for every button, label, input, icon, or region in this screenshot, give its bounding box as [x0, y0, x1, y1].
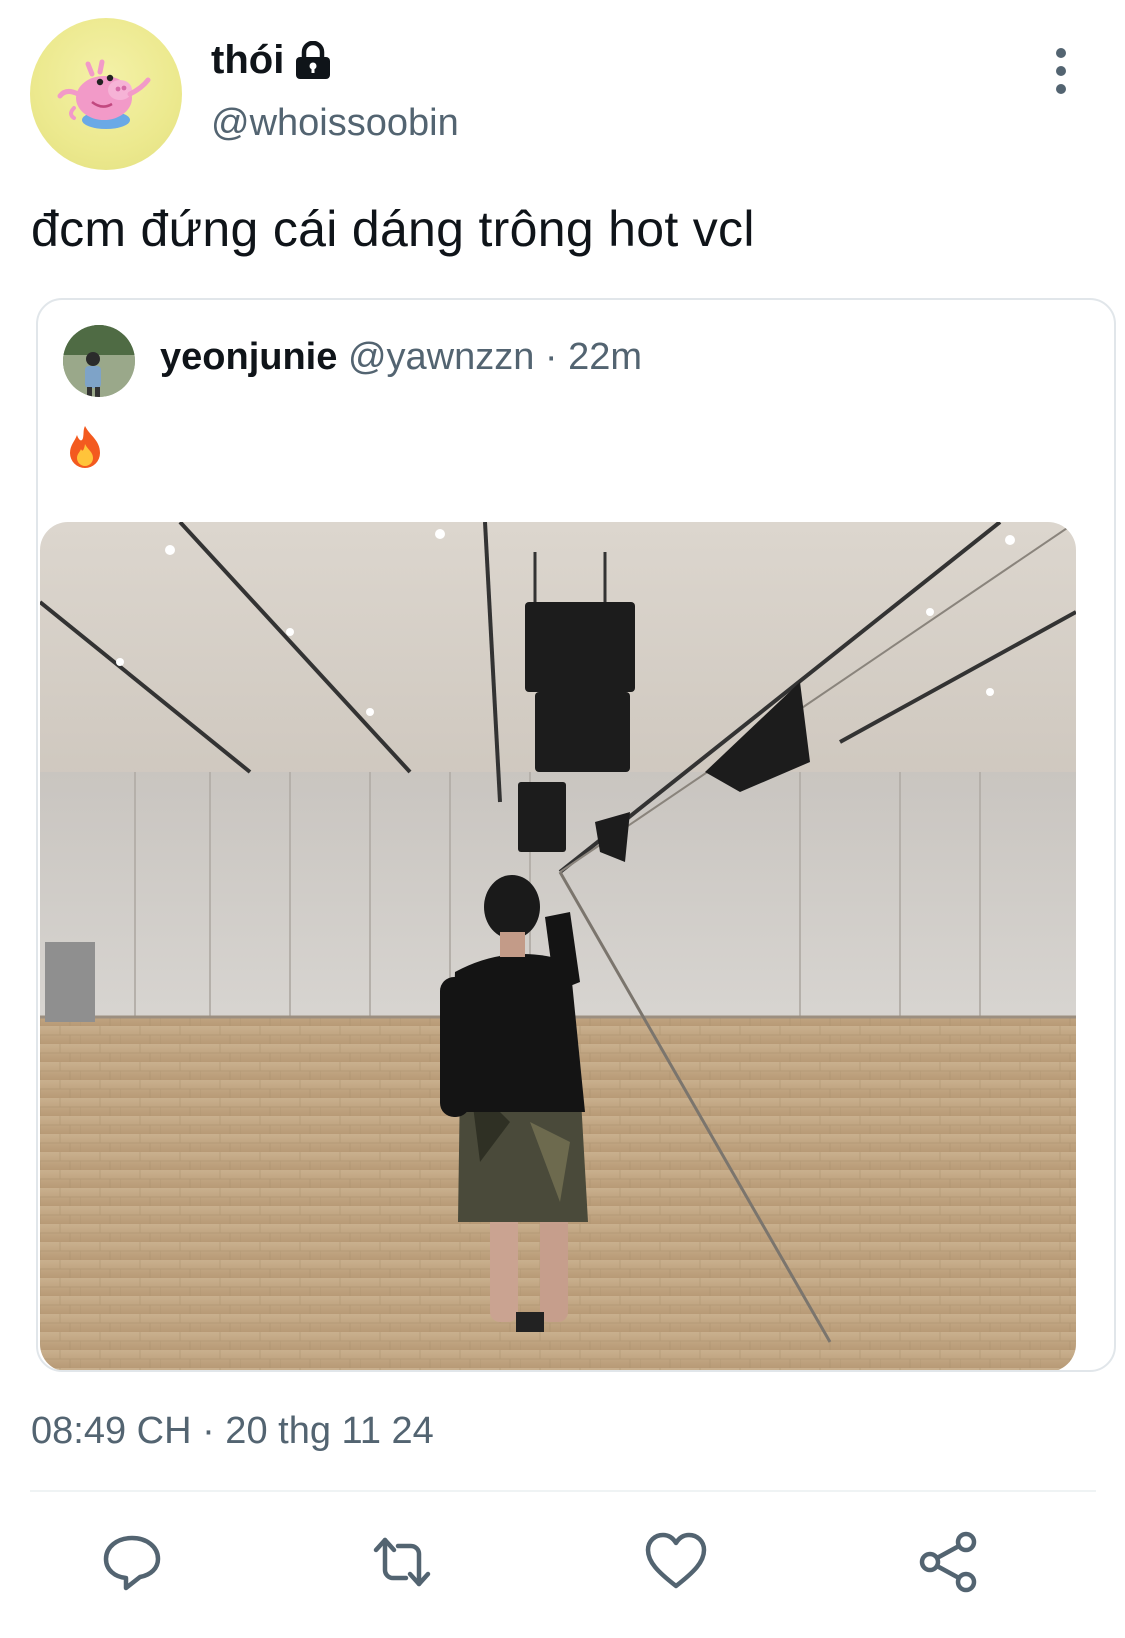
quoted-tweet-card[interactable]: yeonjunie @yawnzzn · 22m — [36, 298, 1116, 1372]
like-button[interactable] — [644, 1530, 708, 1594]
tweet-detail-page: thói @whoissoobin đcm đứng cái dáng trôn… — [0, 0, 1125, 1638]
lock-icon — [296, 40, 331, 79]
quoted-author-name[interactable]: yeonjunie — [160, 336, 337, 378]
tweet-timestamp[interactable]: 08:49 CH · 20 thg 11 24 — [31, 1410, 434, 1453]
quoted-avatar-image — [63, 325, 135, 397]
divider — [30, 1490, 1096, 1492]
more-dot — [1056, 66, 1066, 76]
retweet-button[interactable] — [370, 1530, 434, 1594]
author-name-text: thói — [211, 38, 285, 82]
share-icon — [919, 1531, 977, 1593]
quoted-author-avatar — [63, 325, 135, 397]
tweet-actions-bar — [0, 1530, 1125, 1602]
more-dot — [1056, 48, 1066, 58]
quoted-author-handle[interactable]: @yawnzzn — [348, 336, 534, 378]
dance-studio-photo — [40, 522, 1076, 1370]
author-handle[interactable]: @whoissoobin — [211, 102, 459, 145]
more-dot — [1056, 84, 1066, 94]
header-separator: · — [544, 336, 558, 378]
share-button[interactable] — [918, 1530, 982, 1594]
retweet-icon — [373, 1537, 431, 1587]
quoted-tweet-photo[interactable] — [40, 522, 1076, 1370]
tweet-text: đcm đứng cái dáng trông hot vcl — [31, 201, 755, 257]
author-display-name[interactable]: thói — [211, 38, 332, 83]
author-avatar[interactable] — [30, 18, 182, 170]
more-options-icon[interactable] — [1046, 48, 1076, 94]
heart-icon — [645, 1532, 707, 1589]
avatar-image — [57, 59, 151, 129]
reply-icon — [103, 1535, 161, 1591]
quoted-tweet-header: yeonjunie @yawnzzn · 22m — [160, 336, 642, 379]
fire-emoji-icon — [70, 426, 100, 468]
reply-button[interactable] — [100, 1530, 164, 1594]
quoted-tweet-time: 22m — [568, 336, 643, 378]
